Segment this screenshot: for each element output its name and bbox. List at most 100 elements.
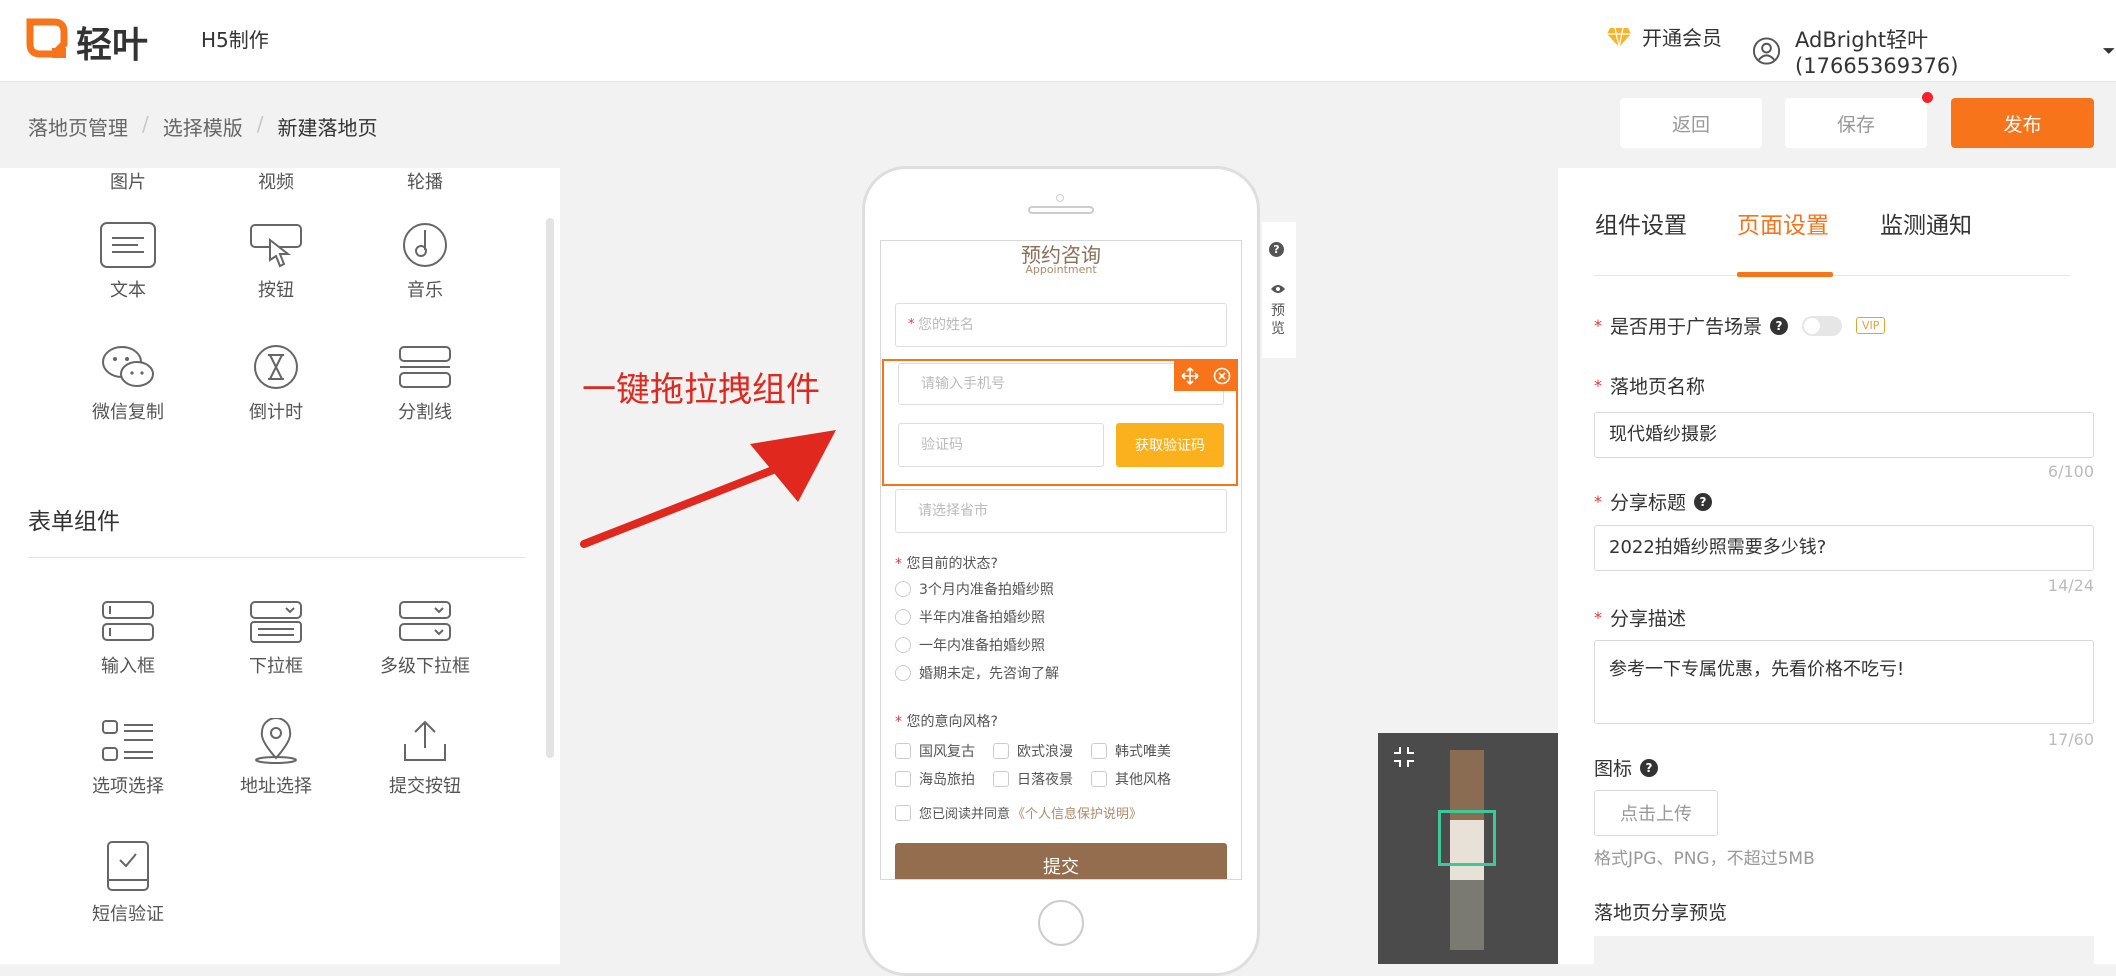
unsaved-dot bbox=[1922, 92, 1933, 103]
style-option[interactable]: 日落夜景 bbox=[993, 769, 1073, 789]
wechat-copy-component[interactable]: 微信复制 bbox=[68, 344, 188, 424]
option-select-component[interactable]: 选项选择 bbox=[68, 718, 188, 798]
agree-checkbox[interactable] bbox=[895, 804, 911, 821]
component-controls bbox=[1174, 361, 1238, 391]
component-label: 音乐 bbox=[407, 280, 443, 301]
button-component[interactable]: 按钮 bbox=[216, 222, 336, 302]
help-icon[interactable]: ? bbox=[1694, 492, 1713, 511]
status-option[interactable]: 一年内准备拍婚纱照 bbox=[895, 635, 1045, 655]
share-title-input[interactable]: 2022拍婚纱照需要多少钱? bbox=[1594, 525, 2094, 571]
radio[interactable] bbox=[895, 665, 911, 681]
drag-annotation: 一键拖拉拽组件 bbox=[582, 370, 820, 410]
privacy-link[interactable]: 《个人信息保护说明》 bbox=[1012, 803, 1142, 822]
share-desc-label-row: * 分享描述 bbox=[1594, 604, 1686, 631]
tab-page-settings[interactable]: 页面设置 bbox=[1737, 206, 1829, 240]
music-component[interactable]: 音乐 bbox=[365, 222, 485, 302]
component-label: 地址选择 bbox=[240, 776, 312, 797]
phone-home-button bbox=[1038, 900, 1084, 946]
help-icon[interactable]: ? bbox=[1770, 316, 1789, 335]
ad-scene-row: * 是否用于广告场景 ? VIP bbox=[1594, 312, 1886, 339]
video-component-label[interactable]: 视频 bbox=[216, 168, 336, 194]
tab-component-settings[interactable]: 组件设置 bbox=[1595, 206, 1687, 240]
status-option[interactable]: 半年内准备拍婚纱照 bbox=[895, 607, 1045, 627]
component-label: 下拉框 bbox=[249, 656, 303, 677]
style-option[interactable]: 国风复古 bbox=[895, 741, 975, 761]
code-field[interactable]: 验证码 bbox=[898, 423, 1104, 467]
component-label: 按钮 bbox=[258, 280, 294, 301]
share-preview-title: 落地页分享预览 bbox=[1594, 902, 1728, 924]
help-icon[interactable]: ? bbox=[1269, 242, 1284, 257]
share-desc-label: 分享描述 bbox=[1610, 608, 1687, 630]
diamond-icon bbox=[1607, 27, 1631, 47]
breadcrumb-item[interactable]: 选择模版 bbox=[163, 112, 243, 141]
component-label: 微信复制 bbox=[92, 402, 164, 423]
minimap-viewport[interactable] bbox=[1438, 810, 1496, 866]
region-placeholder: 请选择省市 bbox=[918, 503, 988, 519]
radio[interactable] bbox=[895, 581, 911, 597]
help-icon[interactable]: ? bbox=[1640, 758, 1659, 777]
submit-button-component[interactable]: 提交按钮 bbox=[365, 718, 485, 798]
share-title-label: 分享标题 bbox=[1610, 492, 1687, 514]
carousel-component-label[interactable]: 轮播 bbox=[365, 168, 485, 194]
top-bar: 轻叶 H5制作 开通会员 AdBright轻叶 (17665369376) bbox=[0, 0, 2116, 82]
address-select-component[interactable]: 地址选择 bbox=[216, 718, 336, 798]
divider-component[interactable]: 分割线 bbox=[365, 344, 485, 424]
phone-screen[interactable]: 预约咨询 Appointment * 您的姓名 请选择省市 * 您目前的状态? … bbox=[880, 240, 1242, 880]
move-icon[interactable] bbox=[1181, 367, 1199, 385]
radio[interactable] bbox=[895, 609, 911, 625]
preview-button[interactable]: 预览 bbox=[1268, 282, 1288, 338]
text-component[interactable]: 文本 bbox=[68, 222, 188, 302]
upload-button[interactable]: 点击上传 bbox=[1594, 790, 1718, 836]
collapse-icon[interactable] bbox=[1392, 745, 1416, 769]
input-icon bbox=[102, 601, 154, 641]
region-field[interactable]: 请选择省市 bbox=[895, 489, 1227, 533]
sms-verify-component[interactable]: 短信验证 bbox=[68, 840, 188, 926]
tab-monitor-notify[interactable]: 监测通知 bbox=[1880, 206, 1972, 240]
name-field[interactable]: * 您的姓名 bbox=[895, 303, 1227, 347]
component-label: 多级下拉框 bbox=[380, 656, 470, 677]
back-button[interactable]: 返回 bbox=[1620, 98, 1762, 148]
h5-menu[interactable]: H5制作 bbox=[201, 24, 269, 53]
location-icon bbox=[255, 718, 297, 764]
eye-icon bbox=[1271, 285, 1285, 293]
style-options-row: 海岛旅拍 日落夜景 其他风格 bbox=[895, 769, 1171, 789]
share-title-label-row: * 分享标题 ? bbox=[1594, 488, 1713, 515]
ad-scene-toggle[interactable] bbox=[1802, 315, 1843, 336]
breadcrumb-item[interactable]: 落地页管理 bbox=[28, 112, 128, 141]
component-label: 短信验证 bbox=[92, 904, 164, 925]
share-preview-box bbox=[1594, 936, 2094, 964]
upload-icon bbox=[404, 720, 446, 761]
style-option[interactable]: 其他风格 bbox=[1091, 769, 1171, 789]
share-desc-textarea[interactable]: 参考一下专属优惠，先看价格不吃亏! bbox=[1594, 640, 2094, 724]
form-section-title: 表单组件 bbox=[28, 509, 120, 535]
status-option[interactable]: 3个月内准备拍婚纱照 bbox=[895, 579, 1054, 599]
cascade-dropdown-component[interactable]: 多级下拉框 bbox=[365, 598, 485, 678]
logo-icon bbox=[26, 18, 68, 58]
page-name-input[interactable]: 现代婚纱摄影 bbox=[1594, 412, 2094, 458]
close-icon[interactable] bbox=[1213, 367, 1231, 385]
style-option[interactable]: 欧式浪漫 bbox=[993, 741, 1073, 761]
breadcrumb-separator: / bbox=[256, 112, 264, 136]
cascade-dropdown-icon bbox=[399, 601, 451, 641]
countdown-component[interactable]: 倒计时 bbox=[216, 344, 336, 424]
required-mark: * bbox=[908, 317, 915, 332]
left-scrollbar[interactable] bbox=[546, 218, 554, 758]
dropdown-component[interactable]: 下拉框 bbox=[216, 598, 336, 678]
style-option[interactable]: 韩式唯美 bbox=[1091, 741, 1171, 761]
open-vip-link[interactable]: 开通会员 bbox=[1606, 22, 1722, 51]
save-button[interactable]: 保存 bbox=[1785, 98, 1927, 148]
button-icon bbox=[250, 224, 302, 268]
agreement[interactable]: 您已阅读并同意 《个人信息保护说明》 bbox=[895, 803, 1142, 822]
user-menu[interactable]: AdBright轻叶 (17665369376) bbox=[1752, 24, 2116, 78]
form-submit-button[interactable]: 提交 bbox=[895, 843, 1227, 879]
radio[interactable] bbox=[895, 637, 911, 653]
active-tab-indicator bbox=[1737, 272, 1833, 277]
input-component[interactable]: 输入框 bbox=[68, 598, 188, 678]
get-code-button[interactable]: 获取验证码 bbox=[1116, 423, 1224, 467]
image-component-label[interactable]: 图片 bbox=[68, 168, 188, 194]
status-option[interactable]: 婚期未定，先咨询了解 bbox=[895, 663, 1059, 683]
breadcrumb-separator: / bbox=[142, 112, 149, 136]
style-option[interactable]: 海岛旅拍 bbox=[895, 769, 975, 789]
publish-button[interactable]: 发布 bbox=[1951, 98, 2094, 148]
style-options-row: 国风复古 欧式浪漫 韩式唯美 bbox=[895, 741, 1171, 761]
